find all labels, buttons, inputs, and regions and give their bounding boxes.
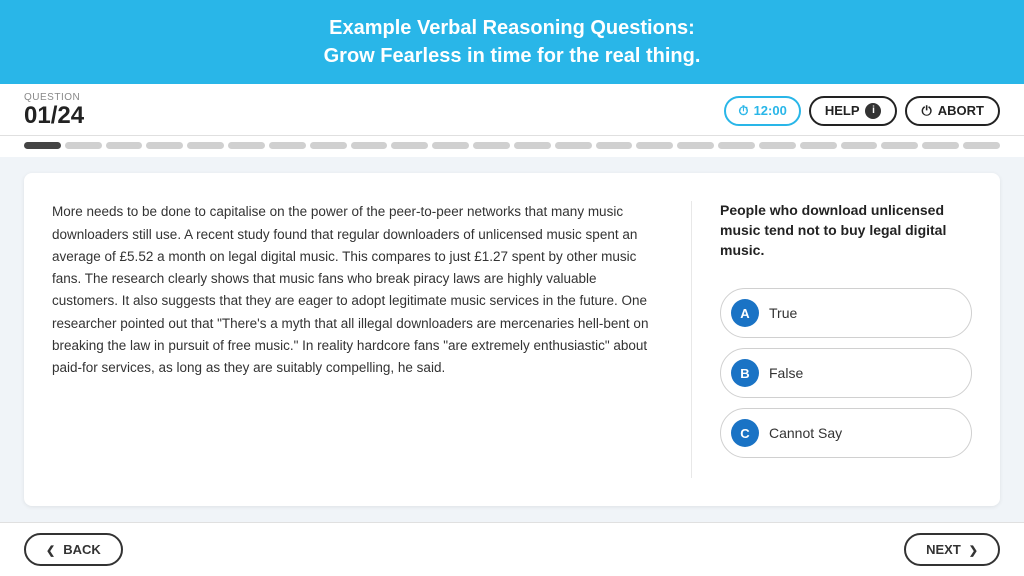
question-info: QUESTION 01/24 bbox=[24, 92, 84, 135]
progress-segment-13 bbox=[514, 142, 551, 149]
progress-segment-15 bbox=[596, 142, 633, 149]
help-info-icon: i bbox=[865, 103, 881, 119]
answer-section: People who download unlicensed music ten… bbox=[692, 201, 972, 478]
question-bar: QUESTION 01/24 12:00 HELP i ABORT bbox=[0, 84, 1024, 136]
answer-option-b[interactable]: B False bbox=[720, 348, 972, 398]
back-button[interactable]: BACK bbox=[24, 533, 123, 566]
progress-segment-22 bbox=[881, 142, 918, 149]
clock-icon bbox=[738, 103, 748, 119]
header-title-line1: Example Verbal Reasoning Questions: bbox=[329, 17, 695, 39]
answers-container: A True B False C Cannot Say bbox=[720, 288, 972, 458]
abort-label: ABORT bbox=[938, 103, 984, 118]
passage-section: More needs to be done to capitalise on t… bbox=[52, 201, 692, 478]
next-label: NEXT bbox=[926, 542, 961, 557]
question-card: More needs to be done to capitalise on t… bbox=[24, 173, 1000, 506]
answer-label-a: True bbox=[769, 305, 797, 321]
progress-segment-8 bbox=[310, 142, 347, 149]
back-label: BACK bbox=[63, 542, 101, 557]
passage-text: More needs to be done to capitalise on t… bbox=[52, 201, 663, 379]
answer-option-a[interactable]: A True bbox=[720, 288, 972, 338]
progress-segment-6 bbox=[228, 142, 265, 149]
footer: BACK NEXT bbox=[0, 522, 1024, 576]
progress-segment-21 bbox=[841, 142, 878, 149]
page-header: Example Verbal Reasoning Questions: Grow… bbox=[0, 0, 1024, 84]
progress-segment-11 bbox=[432, 142, 469, 149]
help-label: HELP bbox=[825, 103, 860, 118]
timer-button[interactable]: 12:00 bbox=[724, 96, 800, 126]
progress-segment-12 bbox=[473, 142, 510, 149]
progress-segment-16 bbox=[636, 142, 673, 149]
help-button[interactable]: HELP i bbox=[809, 96, 898, 126]
progress-segment-7 bbox=[269, 142, 306, 149]
main-content: More needs to be done to capitalise on t… bbox=[0, 157, 1024, 522]
answer-label-c: Cannot Say bbox=[769, 425, 842, 441]
progress-segment-4 bbox=[146, 142, 183, 149]
progress-segment-17 bbox=[677, 142, 714, 149]
abort-icon bbox=[921, 103, 931, 119]
next-arrow-icon bbox=[969, 542, 978, 557]
progress-segment-18 bbox=[718, 142, 755, 149]
progress-segment-14 bbox=[555, 142, 592, 149]
header-title: Example Verbal Reasoning Questions: Grow… bbox=[20, 14, 1004, 70]
progress-segment-1 bbox=[24, 142, 61, 149]
answer-badge-c: C bbox=[731, 419, 759, 447]
progress-segment-10 bbox=[391, 142, 428, 149]
progress-segment-9 bbox=[351, 142, 388, 149]
progress-segment-23 bbox=[922, 142, 959, 149]
progress-segment-20 bbox=[800, 142, 837, 149]
progress-segment-3 bbox=[106, 142, 143, 149]
abort-button[interactable]: ABORT bbox=[905, 96, 1000, 126]
answer-label-b: False bbox=[769, 365, 803, 381]
answer-badge-a: A bbox=[731, 299, 759, 327]
header-title-line2: Grow Fearless in time for the real thing… bbox=[324, 45, 701, 67]
question-statement: People who download unlicensed music ten… bbox=[720, 201, 972, 260]
controls-area: 12:00 HELP i ABORT bbox=[724, 96, 1000, 132]
answer-option-c[interactable]: C Cannot Say bbox=[720, 408, 972, 458]
back-arrow-icon bbox=[46, 542, 55, 557]
progress-segment-5 bbox=[187, 142, 224, 149]
question-number: 01/24 bbox=[24, 103, 84, 129]
progress-segment-2 bbox=[65, 142, 102, 149]
progress-segment-19 bbox=[759, 142, 796, 149]
next-button[interactable]: NEXT bbox=[904, 533, 1000, 566]
progress-segment-24 bbox=[963, 142, 1000, 149]
timer-value: 12:00 bbox=[754, 103, 787, 118]
answer-badge-b: B bbox=[731, 359, 759, 387]
progress-bar bbox=[0, 136, 1024, 157]
